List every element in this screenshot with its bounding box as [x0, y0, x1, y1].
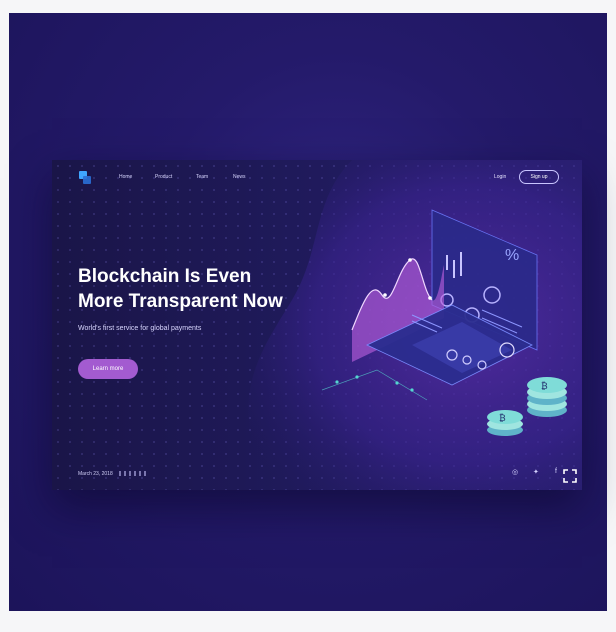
twitter-icon[interactable]: ✦: [533, 468, 539, 476]
top-navigation: Home Product Team News Login Sign up: [52, 160, 582, 196]
expand-icon[interactable]: [563, 469, 577, 483]
bitcoin-coin-stack-small: ₿: [487, 410, 523, 436]
bitcoin-coin-stack-large: ₿: [527, 377, 567, 417]
hero-headline: Blockchain Is Even More Transparent Now: [78, 264, 318, 314]
learn-more-button[interactable]: Learn more: [78, 359, 138, 379]
facebook-icon[interactable]: f: [555, 468, 557, 475]
instagram-icon[interactable]: ◎: [512, 468, 518, 476]
nav-product[interactable]: Product: [155, 174, 172, 180]
landing-page-mockup: Home Product Team News Login Sign up Blo…: [52, 160, 582, 490]
slide-pager[interactable]: [119, 471, 146, 476]
post-frame: Home Product Team News Login Sign up Blo…: [9, 13, 607, 611]
headline-line-1: Blockchain Is Even: [78, 266, 252, 287]
nav-team[interactable]: Team: [196, 174, 208, 180]
percent-label: %: [505, 247, 519, 264]
date-label: March 23, 2018: [78, 471, 113, 477]
isometric-blockchain-illustration: % ₿ ₿: [321, 209, 567, 436]
logo-icon[interactable]: [79, 171, 91, 185]
nav-news[interactable]: News: [233, 174, 246, 180]
login-link[interactable]: Login: [494, 174, 506, 180]
headline-line-2: More Transparent Now: [78, 291, 283, 312]
bitcoin-icon: ₿: [541, 381, 548, 392]
network-nodes: [321, 369, 428, 401]
bitcoin-icon-small: ₿: [499, 413, 506, 424]
hero-subtitle: World's first service for global payment…: [78, 325, 202, 332]
nav-home[interactable]: Home: [119, 174, 132, 180]
signup-button[interactable]: Sign up: [519, 170, 559, 184]
